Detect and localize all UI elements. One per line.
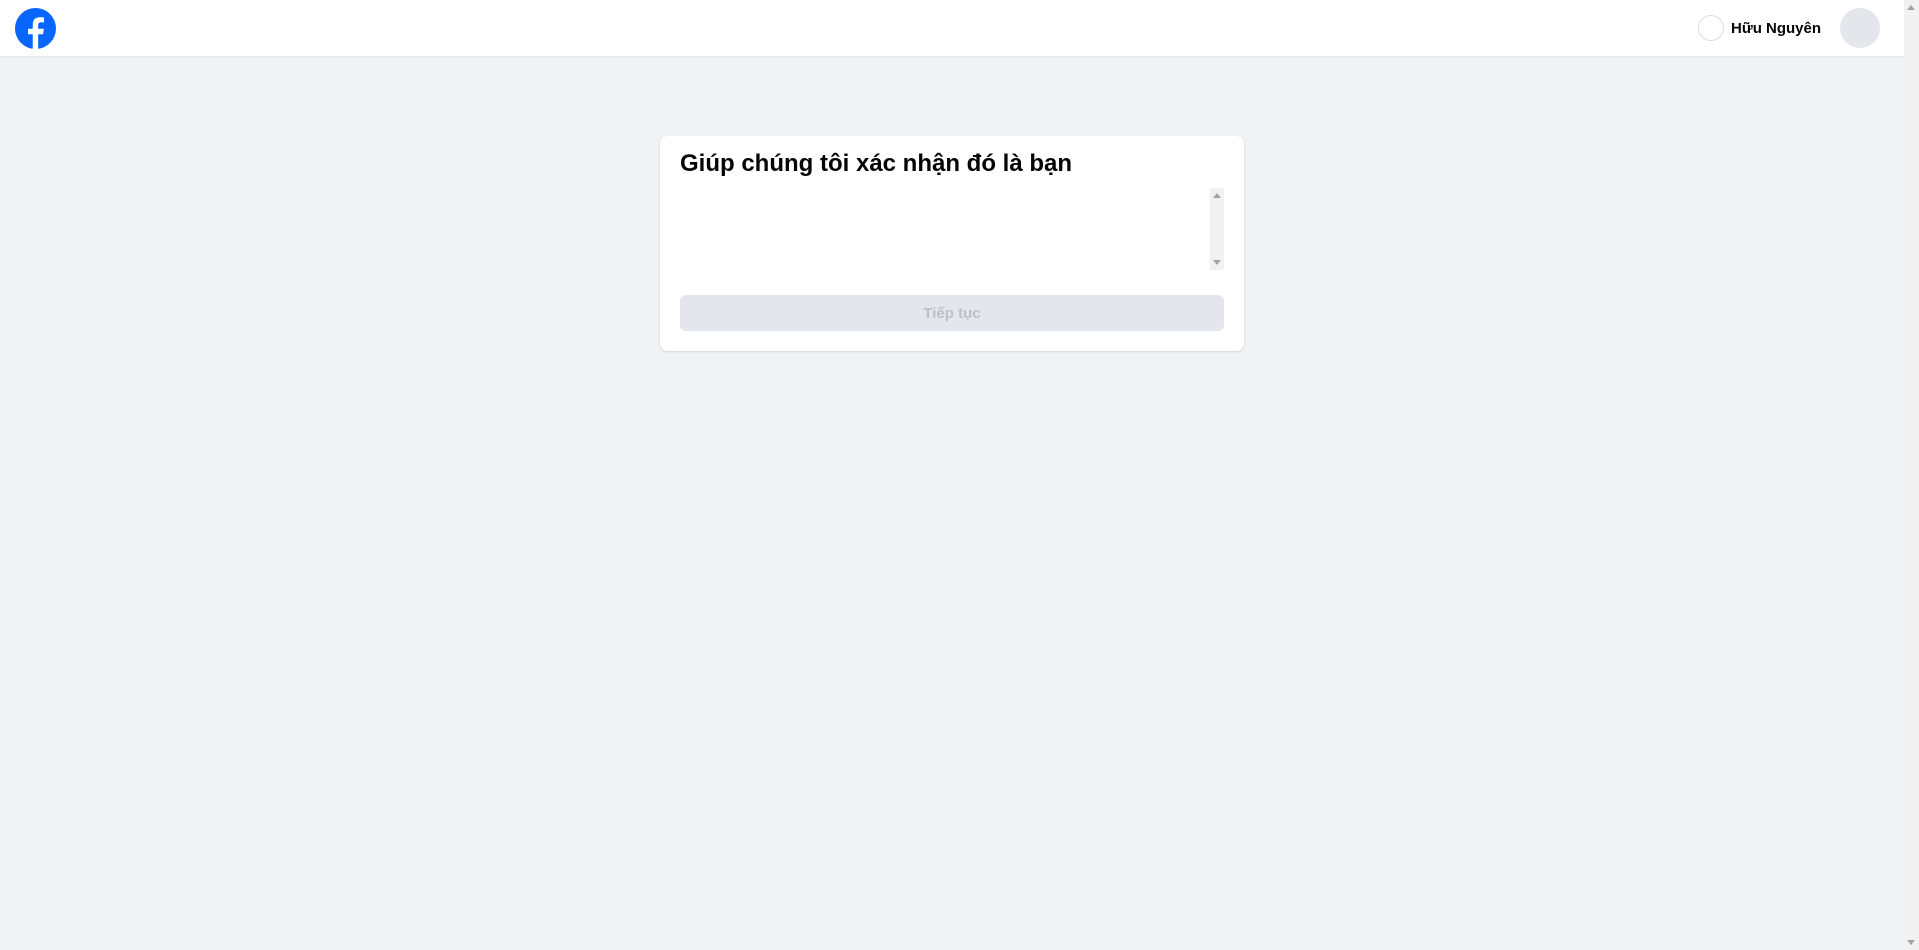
page-scroll-down-arrow-icon[interactable] [1907, 940, 1915, 945]
scroll-up-arrow-icon[interactable] [1213, 193, 1221, 198]
account-name: Hữu Nguyên [1731, 19, 1822, 37]
account-avatar [1698, 15, 1724, 41]
page-scrollbar[interactable] [1904, 0, 1919, 950]
verification-content-frame[interactable] [680, 188, 1224, 270]
page: Hữu Nguyên Giúp chúng tôi xác nhận đó là… [0, 0, 1919, 950]
account-switcher[interactable]: Hữu Nguyên [1698, 14, 1821, 42]
continue-button[interactable]: Tiếp tục [680, 295, 1224, 331]
top-navigation-bar: Hữu Nguyên [0, 0, 1904, 56]
verification-card: Giúp chúng tôi xác nhận đó là bạn Tiếp t… [660, 136, 1244, 351]
page-scroll-up-arrow-icon[interactable] [1907, 5, 1915, 10]
scroll-down-arrow-icon[interactable] [1213, 260, 1221, 265]
card-title: Giúp chúng tôi xác nhận đó là bạn [680, 150, 1073, 177]
content-scrollbar[interactable] [1210, 188, 1224, 270]
facebook-logo-icon[interactable] [15, 8, 56, 49]
profile-menu-button[interactable] [1840, 8, 1880, 48]
